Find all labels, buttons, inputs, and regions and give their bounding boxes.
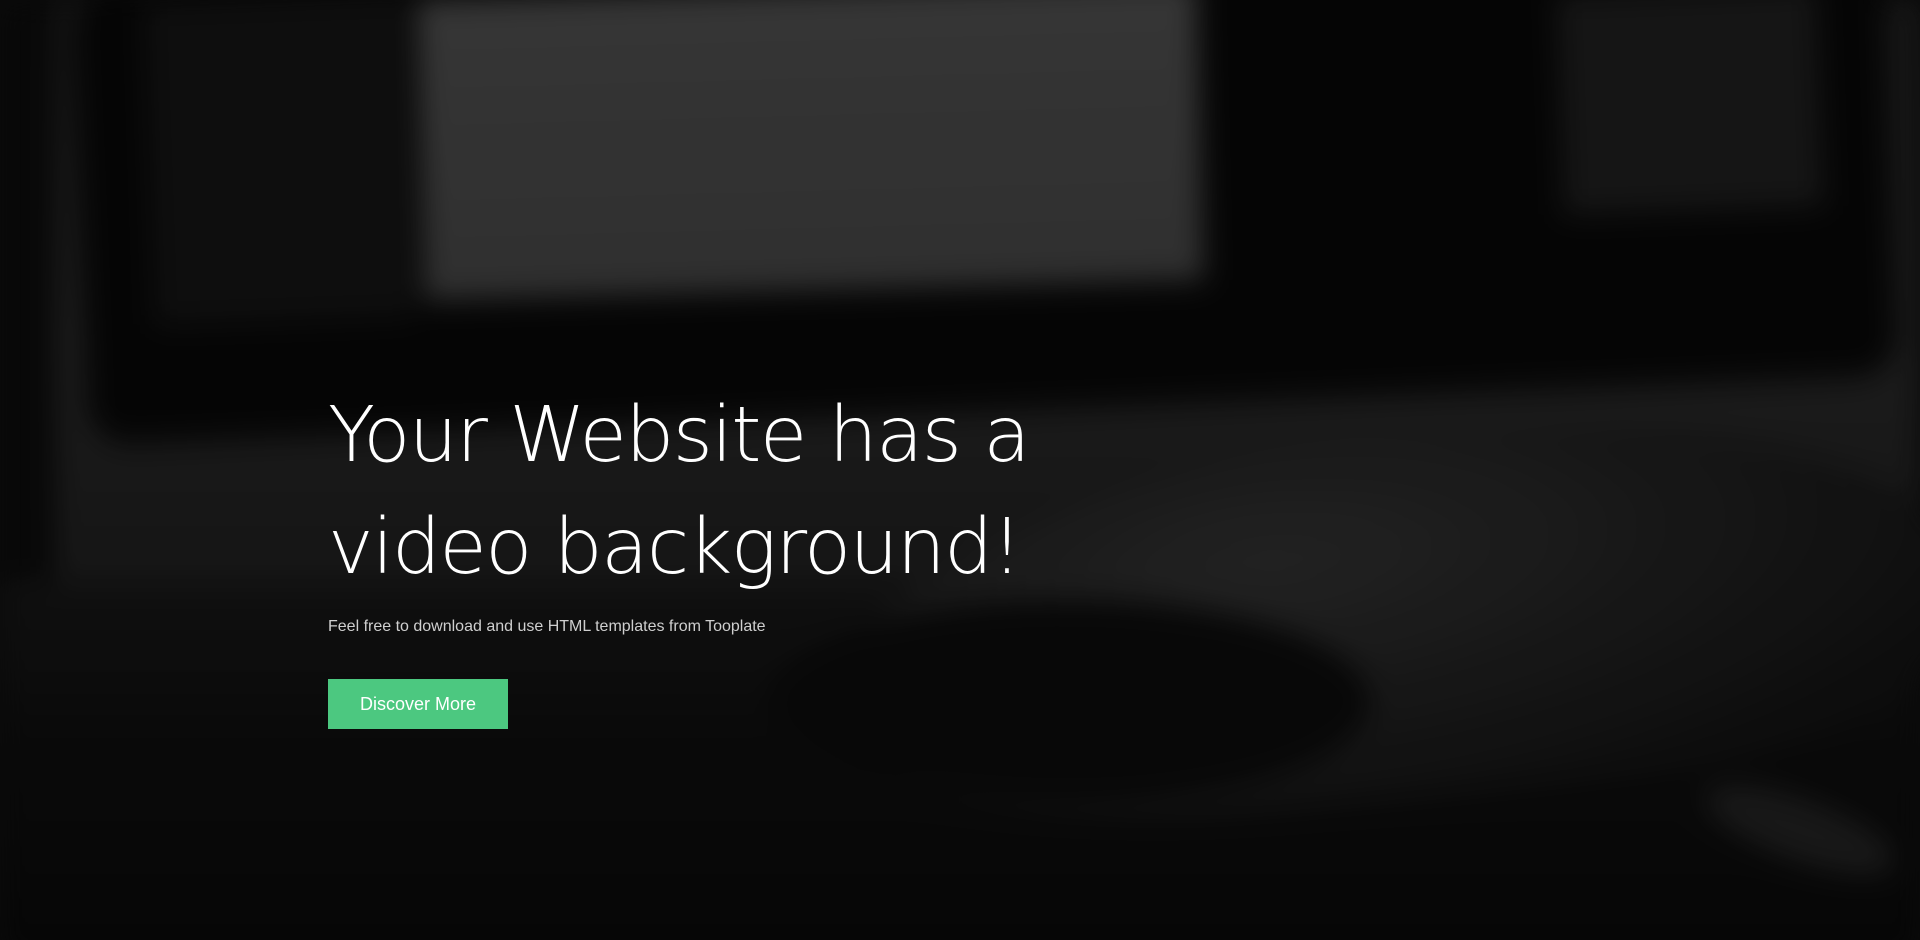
hero-content: Your Website has a video background! Fee… xyxy=(328,380,1088,729)
discover-more-button[interactable]: Discover More xyxy=(328,679,508,729)
hero-headline-line-1: Your Website has a xyxy=(328,391,1031,480)
hero-subtext: Feel free to download and use HTML templ… xyxy=(328,618,766,635)
hero-section: Your Website has a video background! Fee… xyxy=(0,0,1920,940)
hero-headline: Your Website has a video background! xyxy=(328,380,1088,604)
hero-headline-line-2: video background! xyxy=(328,503,1022,592)
